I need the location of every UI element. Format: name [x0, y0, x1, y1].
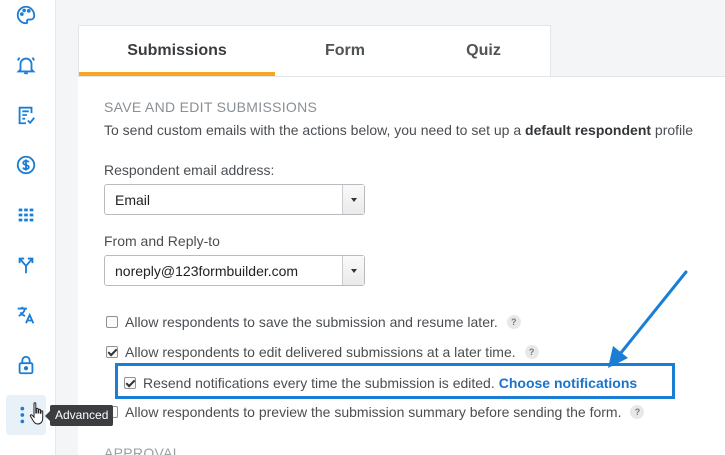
tab-form[interactable]: Form [275, 26, 415, 76]
section-title: SAVE AND EDIT SUBMISSIONS [104, 99, 318, 115]
sidebar-item-apps[interactable] [6, 195, 46, 235]
checklist-icon [18, 106, 35, 125]
help-icon[interactable]: ? [630, 405, 645, 419]
chevron-down-icon [342, 256, 364, 285]
app-root: Submissions Form Quiz SAVE AND EDIT SUBM… [0, 0, 725, 455]
respondent-email-label: Respondent email address: [104, 162, 275, 178]
allow-save-label: Allow respondents to save the submission… [125, 314, 498, 330]
grid-apps-icon [18, 208, 34, 222]
advanced-tooltip: Advanced [44, 405, 114, 426]
annotation-arrow-icon [608, 270, 688, 368]
section-description: To send custom emails with the actions b… [104, 122, 693, 138]
description-prefix: To send custom emails with the actions b… [104, 122, 526, 138]
bell-alarm-icon [16, 57, 36, 75]
merge-arrows-icon [18, 257, 34, 274]
allow-edit-checkbox[interactable] [106, 346, 118, 358]
allow-save-checkbox[interactable] [106, 316, 118, 328]
sidebar-item-themes[interactable] [6, 0, 46, 35]
respondent-email-value: Email [115, 192, 151, 208]
palette-icon [16, 5, 36, 25]
sidebar-item-submissions[interactable] [6, 95, 46, 135]
allow-preview-label: Allow respondents to preview the submiss… [125, 404, 622, 420]
dollar-icon [16, 155, 36, 175]
resend-option: Resend notifications every time the subm… [124, 375, 637, 391]
help-icon[interactable]: ? [524, 345, 539, 359]
active-tab-indicator [79, 72, 275, 76]
from-reply-value: noreply@123formbuilder.com [115, 263, 299, 279]
from-reply-select[interactable]: noreply@123formbuilder.com [104, 255, 365, 286]
tab-quiz[interactable]: Quiz [415, 26, 552, 76]
allow-save-option: Allow respondents to save the submission… [106, 314, 521, 330]
lock-icon [18, 355, 34, 375]
translate-icon [17, 306, 35, 324]
chevron-down-icon [342, 185, 364, 214]
sidebar-item-notifications[interactable] [6, 45, 46, 85]
respondent-email-select[interactable]: Email [104, 184, 365, 215]
resend-checkbox[interactable] [124, 377, 136, 389]
tab-bar: Submissions Form Quiz [78, 25, 551, 76]
allow-preview-option: Allow respondents to preview the submiss… [106, 404, 645, 420]
sidebar [0, 0, 56, 455]
allow-edit-label: Allow respondents to edit delivered subm… [125, 344, 516, 360]
description-suffix: profile [651, 122, 694, 138]
help-icon[interactable]: ? [506, 315, 521, 329]
resend-label: Resend notifications every time the subm… [143, 375, 495, 391]
allow-edit-option: Allow respondents to edit delivered subm… [106, 344, 539, 360]
from-reply-label: From and Reply-to [104, 233, 220, 249]
choose-notifications-link[interactable]: Choose notifications [499, 375, 637, 391]
sidebar-item-translations[interactable] [6, 295, 46, 335]
next-section-title: APPROVAL [104, 445, 181, 455]
sidebar-item-integrations[interactable] [6, 245, 46, 285]
description-bold: default respondent [525, 122, 652, 138]
hand-cursor-icon [29, 402, 44, 425]
sidebar-item-security[interactable] [6, 345, 46, 385]
tab-submissions[interactable]: Submissions [79, 26, 275, 76]
sidebar-item-payments[interactable] [6, 145, 46, 185]
